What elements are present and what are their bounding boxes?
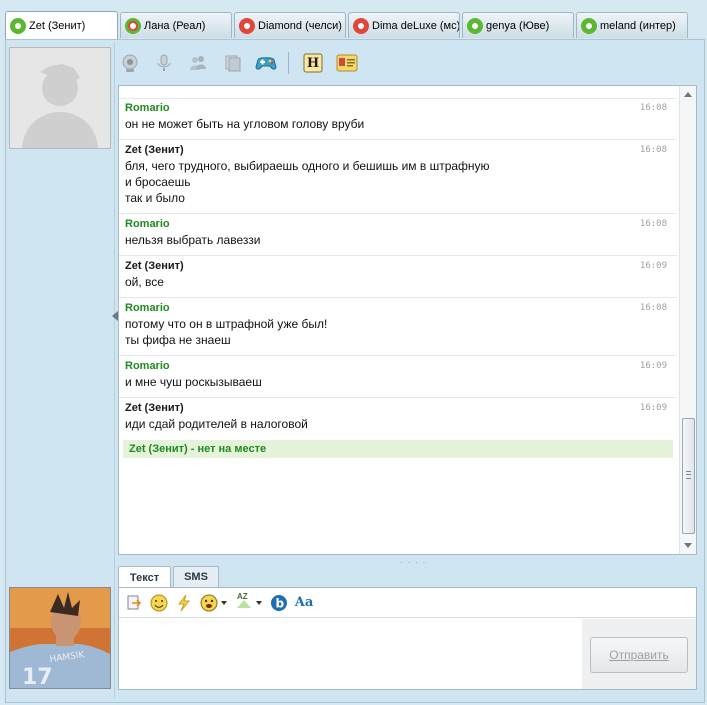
toolbar-separator (288, 52, 289, 74)
svg-text:b: b (276, 596, 285, 610)
message-author[interactable]: Romario (125, 301, 671, 316)
message-input[interactable] (119, 619, 581, 689)
scroll-up-icon[interactable] (684, 92, 692, 97)
message-author[interactable]: Zet (Зенит) (125, 401, 671, 416)
message-item: Romario 16:09 и мне чуш роскызываеш (119, 356, 677, 398)
contact-tab-bar: Zet (Зенит) Лана (Реал) Diamond (челси) … (0, 0, 707, 40)
message-text: и бросаешь (125, 175, 191, 189)
tab-text[interactable]: Текст (118, 566, 171, 588)
smiley-icon[interactable] (150, 594, 168, 612)
contact-card-icon[interactable] (335, 51, 359, 75)
b-icon[interactable]: b (270, 594, 288, 612)
message-text: ой, все (125, 275, 164, 289)
flower-green-icon (467, 17, 483, 34)
tab-label: genya (Юве) (486, 19, 550, 32)
scroll-down-icon[interactable] (684, 543, 692, 548)
message-text: ты фифа не знаеш (125, 333, 231, 347)
microphone-icon[interactable] (152, 51, 176, 75)
message-text: иди сдай родителей в налоговой (125, 417, 308, 431)
translit-icon[interactable]: AZ (235, 591, 253, 612)
status-line: Zet (Зенит) - нет на месте (123, 440, 673, 458)
message-item: Zet (Зенит) 16:09 ой, все (119, 256, 677, 298)
message-item: Romario 16:08 он не может быть на углово… (119, 98, 677, 140)
history-icon[interactable]: H (301, 51, 325, 75)
lightning-icon[interactable] (175, 594, 193, 612)
splitter-handle[interactable]: · · · · (400, 557, 427, 567)
files-icon[interactable] (220, 51, 244, 75)
message-author[interactable]: Romario (125, 217, 671, 232)
send-file-icon[interactable] (125, 594, 143, 612)
message-author[interactable]: Zet (Зенит) (125, 259, 671, 274)
contact-avatar[interactable] (9, 47, 111, 149)
message-text: бля, чего трудного, выбираешь одного и б… (125, 159, 490, 173)
message-text: нельзя выбрать лавеззи (125, 233, 261, 247)
message-item: Zet (Зенит) 16:08 бля, чего трудного, вы… (119, 140, 677, 214)
tab-label: Zet (Зенит) (29, 19, 86, 32)
message-text: так и было (125, 191, 185, 205)
users-icon[interactable] (186, 51, 210, 75)
tab-zet[interactable]: Zet (Зенит) (5, 11, 118, 39)
font-icon[interactable]: Aa (294, 594, 314, 612)
message-time: 16:08 (639, 219, 667, 229)
message-author[interactable]: Romario (125, 359, 671, 374)
flower-red-icon (353, 17, 369, 34)
tab-label: meland (интер) (600, 19, 676, 32)
message-author[interactable]: Romario (125, 101, 671, 116)
message-author[interactable]: Zet (Зенит) (125, 143, 671, 158)
column-divider (114, 42, 115, 698)
flower-green-icon (581, 17, 597, 34)
chat-scrollbar[interactable] (679, 86, 696, 554)
flower-green-icon (10, 17, 26, 34)
tab-sms[interactable]: SMS (173, 566, 219, 587)
message-time: 16:09 (639, 361, 667, 371)
tab-label: Лана (Реал) (144, 19, 206, 32)
tab-dima[interactable]: Dima deLuxe (мс) (348, 12, 460, 38)
webcam-icon[interactable] (118, 51, 142, 75)
flower-mix-icon (125, 17, 141, 34)
message-time: 16:09 (639, 261, 667, 271)
translit-label: AZ (237, 591, 248, 601)
send-area: Отправить (582, 619, 696, 689)
tab-label: Dima deLuxe (мс) (372, 19, 460, 32)
message-item: Romario 16:08 потому что он в штрафной у… (119, 298, 677, 356)
scroll-thumb[interactable] (682, 418, 695, 534)
grip-icon (686, 471, 691, 479)
message-list: Romario 16:08 он не может быть на углово… (119, 98, 677, 458)
smiley-dropdown-icon[interactable] (221, 600, 227, 605)
history-letter: H (306, 55, 320, 71)
message-text: он не может быть на угловом голову вруби (125, 117, 365, 131)
tab-genya[interactable]: genya (Юве) (462, 12, 574, 38)
svg-text:17: 17 (22, 665, 53, 688)
message-time: 16:09 (639, 403, 667, 413)
tab-diamond[interactable]: Diamond (челси) (234, 12, 346, 38)
flower-red-icon (239, 17, 255, 34)
send-button[interactable]: Отправить (590, 637, 688, 673)
tab-meland[interactable]: meland (интер) (576, 12, 688, 38)
message-time: 16:08 (639, 103, 667, 113)
tab-lana[interactable]: Лана (Реал) (120, 12, 232, 38)
chat-history[interactable]: Romario 16:08 он не может быть на углово… (118, 85, 697, 555)
translit-dropdown-icon[interactable] (256, 600, 262, 605)
tab-text-label: Текст (129, 571, 160, 584)
compose-toolbar: AZ b Aa (119, 588, 696, 618)
message-time: 16:08 (639, 303, 667, 313)
chat-toolbar: H (118, 48, 369, 78)
message-text: и мне чуш роскызываеш (125, 375, 262, 389)
font-label: Aa (294, 595, 314, 610)
message-text: потому что он в штрафной уже был! (125, 317, 328, 331)
message-time: 16:08 (639, 145, 667, 155)
tab-label: Diamond (челси) (258, 19, 342, 32)
compose-box: AZ b Aa Отправить (118, 587, 697, 690)
message-item: Romario 16:08 нельзя выбрать лавеззи (119, 214, 677, 256)
tab-sms-label: SMS (184, 571, 208, 583)
gamepad-icon[interactable] (254, 51, 278, 75)
animated-smiley-icon[interactable] (200, 594, 218, 612)
message-item: Zet (Зенит) 16:09 иди сдай родителей в н… (119, 398, 677, 439)
own-avatar[interactable]: 17 HAMSIK (9, 587, 111, 689)
